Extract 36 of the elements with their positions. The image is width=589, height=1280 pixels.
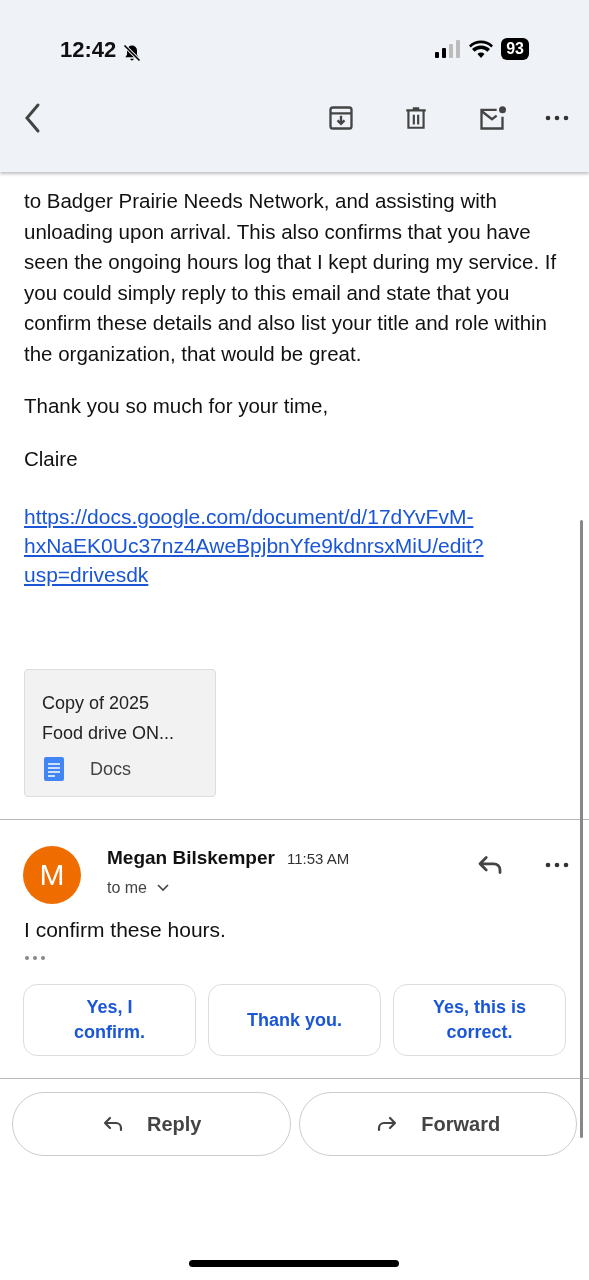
signature: Claire (24, 445, 79, 472)
trash-icon (403, 104, 429, 132)
attachment-title: Copy of 2025 Food drive ON... (42, 692, 176, 745)
more-button[interactable] (545, 861, 569, 869)
attachment-type: Docs (90, 758, 131, 780)
closing-line: Thank you so much for your time, (24, 393, 330, 419)
sender-avatar: M (23, 846, 81, 904)
reply-button[interactable]: Reply (12, 1092, 291, 1156)
mark-unread-button[interactable] (477, 104, 507, 132)
archive-icon (327, 104, 355, 132)
chevron-down-icon (157, 884, 169, 892)
more-button[interactable] (545, 114, 569, 122)
sender-name: Megan Bilskemper (107, 847, 275, 869)
more-icon (545, 861, 569, 869)
smart-reply-chip[interactable]: Thank you. (208, 984, 381, 1056)
archive-button[interactable] (327, 104, 355, 132)
email-paragraph: to Badger Prairie Needs Network, and assisting with unloading upon arrival. This also confirms that you have seen the ongoing hours log that I kept during my service. If you could simply reply to this email and state that you confirm these details and also list your title and role within the organization, that would be great. (24, 188, 558, 367)
smart-reply-chip[interactable]: Yes, this is correct. (393, 984, 566, 1056)
smart-reply-chip[interactable]: Yes, I confirm. (23, 984, 196, 1056)
wifi-icon (469, 40, 494, 58)
battery-level: 93 (501, 38, 529, 60)
forward-button[interactable]: Forward (298, 1092, 577, 1156)
recipient-dropdown[interactable]: to me (107, 879, 169, 897)
attachment-card[interactable]: Copy of 2025 Food drive ON... Docs (24, 669, 216, 797)
clock-time: 12:42 (60, 36, 117, 64)
document-link[interactable]: https://docs.google.com/document/d/17dYvFvM-hxNaEK0Uc37nz4AweBpjbnYfe9kdnrsxMiU/edit?usp=drivesdk (24, 502, 569, 589)
back-icon (22, 102, 42, 134)
more-icon (545, 114, 569, 122)
delete-button[interactable] (403, 104, 429, 132)
signal-icon (435, 40, 462, 58)
docs-icon (42, 756, 66, 782)
mail-icon (477, 104, 507, 132)
back-button[interactable] (22, 102, 42, 134)
muted-bell-icon (122, 42, 143, 64)
message-time: 11:53 AM (286, 850, 350, 867)
message-text: I confirm these hours. (23, 917, 227, 942)
